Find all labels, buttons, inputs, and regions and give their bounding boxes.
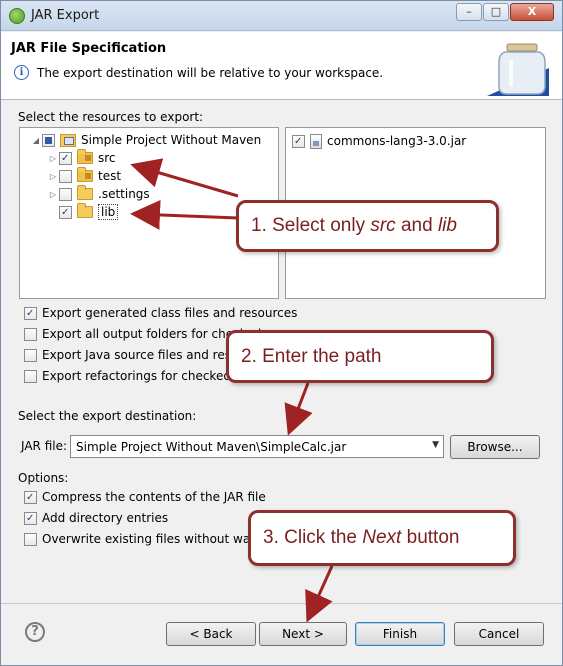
export-class-files-checkbox[interactable] <box>24 306 37 320</box>
callout-text: 2. Enter the path <box>241 345 382 367</box>
browse-button[interactable]: Browse... <box>450 435 540 459</box>
jar-file-input[interactable]: Simple Project Without Maven\SimpleCalc.… <box>76 440 346 454</box>
jar-file-combo[interactable]: Simple Project Without Maven\SimpleCalc.… <box>70 435 444 458</box>
finish-button[interactable]: Finish <box>355 622 445 646</box>
option-label: Compress the contents of the JAR file <box>42 490 266 504</box>
eclipse-app-icon <box>9 8 25 24</box>
expanded-arrow-icon[interactable]: ◢ <box>30 136 42 145</box>
tree-item-label: lib <box>98 204 119 220</box>
directory-entries-checkbox[interactable] <box>24 511 37 525</box>
tree-item-label: src <box>98 151 116 165</box>
folder-icon <box>77 203 93 218</box>
option-label: Add directory entries <box>42 511 169 525</box>
tree-item-project[interactable]: ◢ Simple Project Without Maven <box>30 131 261 149</box>
tree-item-lib[interactable]: lib <box>59 203 119 221</box>
settings-checkbox[interactable] <box>59 187 72 201</box>
collapsed-arrow-icon[interactable]: ▷ <box>47 172 59 181</box>
jar-banner-icon <box>487 43 549 96</box>
step3-callout: 3. Click the Next button <box>248 510 516 566</box>
export-source-files-checkbox[interactable] <box>24 348 37 362</box>
source-folder-icon <box>77 167 93 182</box>
overwrite-option[interactable]: Overwrite existing files without warning <box>24 530 281 548</box>
callout-text: 1. Select only <box>251 215 371 236</box>
tree-item-src[interactable]: ▷ src <box>47 149 116 167</box>
callout-text: src <box>370 215 396 236</box>
overwrite-checkbox[interactable] <box>24 532 37 546</box>
help-icon[interactable]: ? <box>25 622 45 642</box>
close-button[interactable]: X <box>510 3 554 21</box>
lib-checkbox[interactable] <box>59 205 72 219</box>
file-checkbox[interactable] <box>292 134 305 148</box>
src-checkbox[interactable] <box>59 151 72 165</box>
wizard-header: JAR File Specification i The export dest… <box>1 32 562 100</box>
header-message: The export destination will be relative … <box>37 66 384 80</box>
callout-text: 3. Click the <box>263 527 363 548</box>
tree-item-settings[interactable]: ▷ .settings <box>47 185 150 203</box>
compress-option[interactable]: Compress the contents of the JAR file <box>24 488 266 506</box>
destination-label: Select the export destination: <box>18 409 197 423</box>
footer-divider <box>1 603 562 604</box>
minimize-button[interactable]: – <box>456 3 482 21</box>
source-folder-icon <box>77 149 93 164</box>
step2-callout: 2. Enter the path <box>226 330 494 383</box>
jar-file-label: JAR file: <box>21 439 68 453</box>
project-folder-icon <box>60 133 76 147</box>
step1-callout: 1. Select only src and lib <box>236 200 499 252</box>
maximize-button[interactable]: □ <box>483 3 509 21</box>
file-item-commons-lang[interactable]: commons-lang3-3.0.jar <box>292 132 466 150</box>
file-item-label: commons-lang3-3.0.jar <box>327 134 467 148</box>
cancel-button[interactable]: Cancel <box>454 622 544 646</box>
dropdown-arrow-icon[interactable]: ▼ <box>432 440 439 450</box>
collapsed-arrow-icon[interactable]: ▷ <box>47 190 59 199</box>
export-output-folders-checkbox[interactable] <box>24 327 37 341</box>
page-title: JAR File Specification <box>11 41 167 56</box>
export-refactorings-option[interactable]: Export refactorings for checked proj <box>24 367 258 385</box>
tree-item-test[interactable]: ▷ test <box>47 167 121 185</box>
window-title: JAR Export <box>31 8 100 23</box>
callout-text: lib <box>437 215 457 236</box>
tree-item-label: .settings <box>98 187 150 201</box>
tree-item-label: Simple Project Without Maven <box>81 133 262 147</box>
option-label: Export generated class files and resourc… <box>42 306 298 320</box>
info-icon: i <box>14 65 29 80</box>
export-source-files-option[interactable]: Export Java source files and resourc <box>24 346 257 364</box>
export-refactorings-checkbox[interactable] <box>24 369 37 383</box>
jar-file-icon <box>310 133 322 149</box>
folder-icon <box>77 185 93 200</box>
title-bar: JAR Export – □ X <box>1 1 562 31</box>
options-label: Options: <box>18 471 69 485</box>
test-checkbox[interactable] <box>59 169 72 183</box>
next-button[interactable]: Next > <box>259 622 347 646</box>
back-button[interactable]: < Back <box>166 622 256 646</box>
option-label: Export Java source files and resourc <box>42 348 258 362</box>
callout-text: button <box>401 527 460 548</box>
callout-text: and <box>395 215 438 236</box>
directory-entries-option[interactable]: Add directory entries <box>24 509 168 527</box>
collapsed-arrow-icon[interactable]: ▷ <box>47 154 59 163</box>
callout-text: Next <box>362 527 402 548</box>
compress-checkbox[interactable] <box>24 490 37 504</box>
export-class-files-option[interactable]: Export generated class files and resourc… <box>24 304 297 322</box>
project-checkbox[interactable] <box>42 133 55 147</box>
resources-label: Select the resources to export: <box>18 110 204 124</box>
option-label: Overwrite existing files without warning <box>42 532 282 546</box>
tree-item-label: test <box>98 169 122 183</box>
